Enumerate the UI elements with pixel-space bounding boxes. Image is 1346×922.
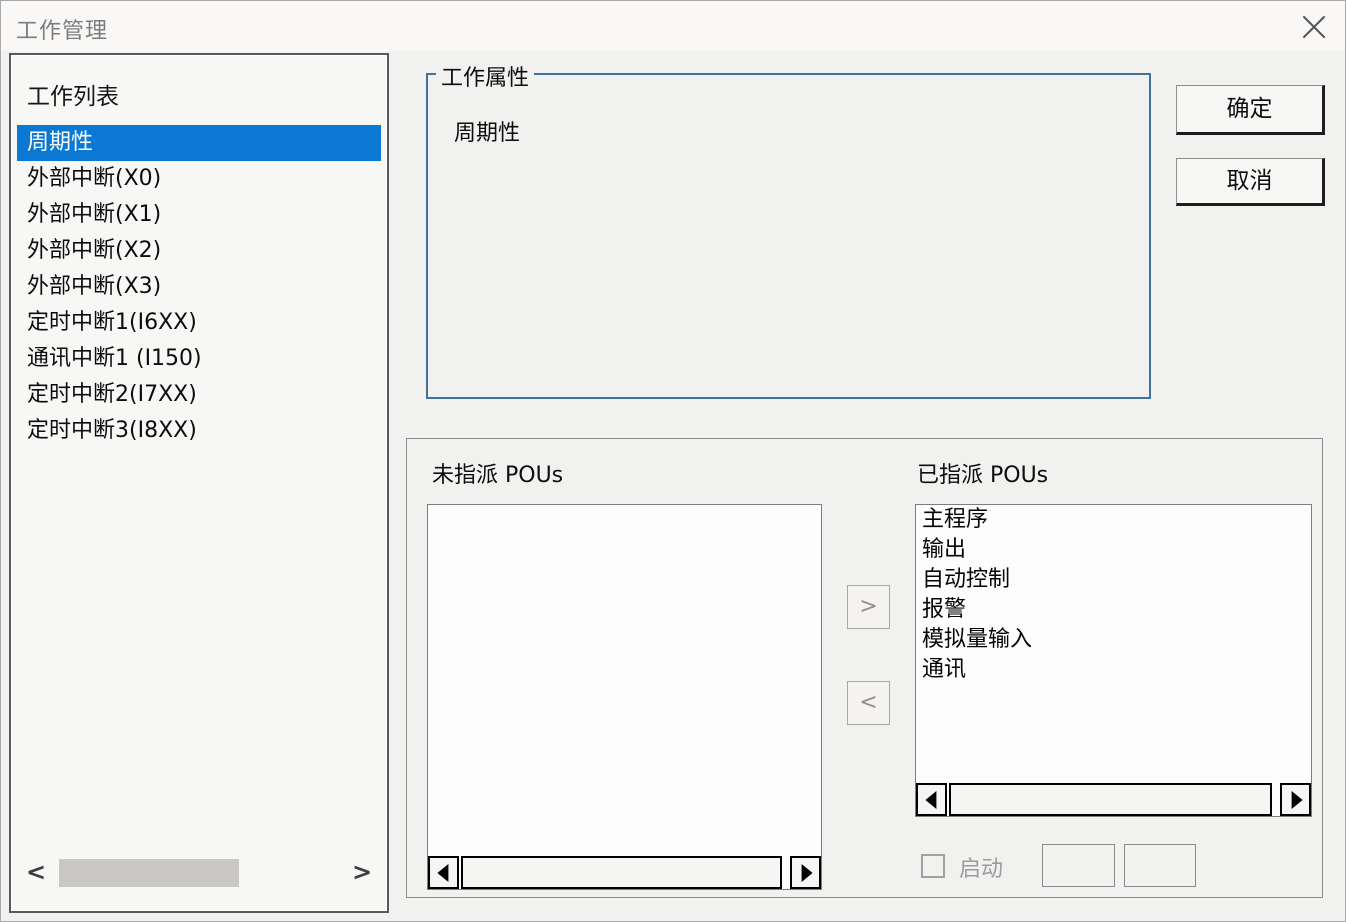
assigned-list-hscrollbar[interactable] — [916, 783, 1311, 816]
startup-value-field-1 — [1042, 844, 1115, 887]
task-list-item[interactable]: 外部中断(X3) — [17, 269, 381, 305]
task-list-item[interactable]: 定时中断1(I6XX) — [17, 305, 381, 341]
left-triangle-icon — [436, 863, 448, 882]
scrollbar-thumb[interactable] — [949, 783, 1272, 816]
task-properties-group: 工作属性 周期性 — [426, 60, 1151, 399]
task-list-item[interactable]: 周期性 — [17, 125, 381, 161]
pou-assignment-group: 未指派 POUs 已指派 POUs > < 主程序 输出 自动控制 报警 模拟量输入 通讯 — [406, 438, 1323, 898]
ok-button[interactable]: 确定 — [1176, 85, 1325, 135]
startup-checkbox-label: 启动 — [959, 857, 1004, 882]
task-properties-label: 工作属性 — [436, 60, 535, 92]
task-list-hscrollbar[interactable]: < > — [15, 857, 383, 889]
unassigned-pous-label: 未指派 POUs — [432, 463, 564, 488]
assigned-pous-items: 主程序 输出 自动控制 报警 模拟量输入 通讯 — [916, 505, 1311, 685]
task-list-item[interactable]: 外部中断(X2) — [17, 233, 381, 269]
right-triangle-icon — [1291, 790, 1303, 809]
task-list-panel: 工作列表 周期性 外部中断(X0) 外部中断(X1) 外部中断(X2) 外部中断(X3)… — [9, 53, 389, 913]
window-title: 工作管理 — [16, 19, 109, 44]
task-list-item[interactable]: 定时中断2(I7XX) — [17, 377, 381, 413]
scroll-right-arrow-button[interactable] — [790, 856, 821, 889]
assigned-pou-item[interactable]: 输出 — [916, 535, 1311, 565]
left-triangle-icon — [924, 790, 936, 809]
scroll-right-icon[interactable]: > — [347, 857, 377, 889]
task-list-header: 工作列表 — [27, 84, 119, 110]
scroll-right-arrow-button[interactable] — [1280, 783, 1311, 816]
task-list-item[interactable]: 外部中断(X0) — [17, 161, 381, 197]
assigned-pou-item[interactable]: 模拟量输入 — [916, 625, 1311, 655]
close-icon[interactable] — [1297, 10, 1331, 44]
move-right-button[interactable]: > — [847, 585, 890, 629]
assigned-pou-item[interactable]: 报警 — [916, 595, 1311, 625]
assigned-pous-list[interactable]: 主程序 输出 自动控制 报警 模拟量输入 通讯 — [915, 504, 1312, 817]
scrollbar-thumb[interactable] — [461, 856, 782, 889]
task-properties-value: 周期性 — [454, 121, 521, 146]
startup-value-field-2 — [1124, 844, 1196, 887]
move-left-button[interactable]: < — [847, 681, 890, 725]
scroll-left-icon[interactable]: < — [21, 857, 51, 889]
scroll-left-arrow-button[interactable] — [428, 856, 459, 889]
assigned-pous-label: 已指派 POUs — [917, 463, 1049, 488]
scrollbar-thumb[interactable] — [59, 859, 239, 887]
unassigned-pous-list[interactable] — [427, 504, 822, 890]
scroll-left-arrow-button[interactable] — [916, 783, 947, 816]
task-list-item[interactable]: 外部中断(X1) — [17, 197, 381, 233]
startup-checkbox[interactable] — [921, 854, 945, 878]
unassigned-list-hscrollbar[interactable] — [428, 856, 821, 889]
titlebar: 工作管理 — [1, 1, 1345, 51]
assigned-pou-item[interactable]: 通讯 — [916, 655, 1311, 685]
task-list-item[interactable]: 定时中断3(I8XX) — [17, 413, 381, 449]
assigned-pou-item[interactable]: 自动控制 — [916, 565, 1311, 595]
task-manager-dialog: 工作管理 工作列表 周期性 外部中断(X0) 外部中断(X1) 外部中断(X2) 外部中… — [0, 0, 1346, 922]
assigned-pou-item[interactable]: 主程序 — [916, 505, 1311, 535]
task-list-item[interactable]: 通讯中断1 (I150) — [17, 341, 381, 377]
task-list: 周期性 外部中断(X0) 外部中断(X1) 外部中断(X2) 外部中断(X3) 定时中断1… — [11, 125, 387, 449]
cancel-button[interactable]: 取消 — [1176, 158, 1325, 206]
right-triangle-icon — [801, 863, 813, 882]
